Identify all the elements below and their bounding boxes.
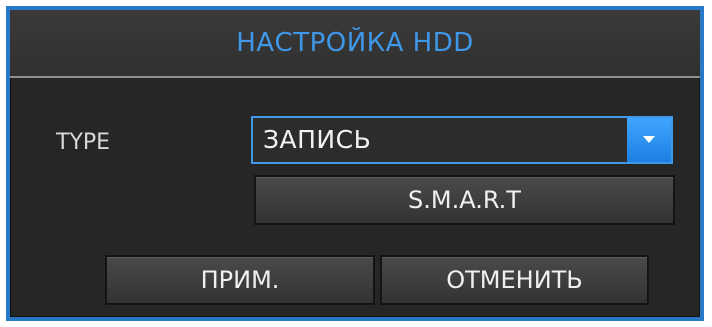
- apply-button[interactable]: ПРИМ.: [105, 255, 375, 305]
- smart-button[interactable]: S.M.A.R.T: [254, 175, 675, 225]
- dialog-titlebar: НАСТРОЙКА HDD: [10, 10, 700, 78]
- type-select[interactable]: ЗАПИСЬ: [251, 116, 673, 164]
- type-select-value: ЗАПИСЬ: [263, 125, 372, 154]
- cancel-button[interactable]: ОТМЕНИТЬ: [380, 255, 649, 305]
- dialog-title: НАСТРОЙКА HDD: [236, 28, 474, 58]
- chevron-down-icon: [643, 136, 655, 143]
- dropdown-arrow-button[interactable]: [627, 118, 671, 162]
- type-label: TYPE: [56, 130, 111, 155]
- hdd-settings-dialog: НАСТРОЙКА HDD TYPE ЗАПИСЬ S.M.A.R.T ПРИМ…: [6, 6, 704, 321]
